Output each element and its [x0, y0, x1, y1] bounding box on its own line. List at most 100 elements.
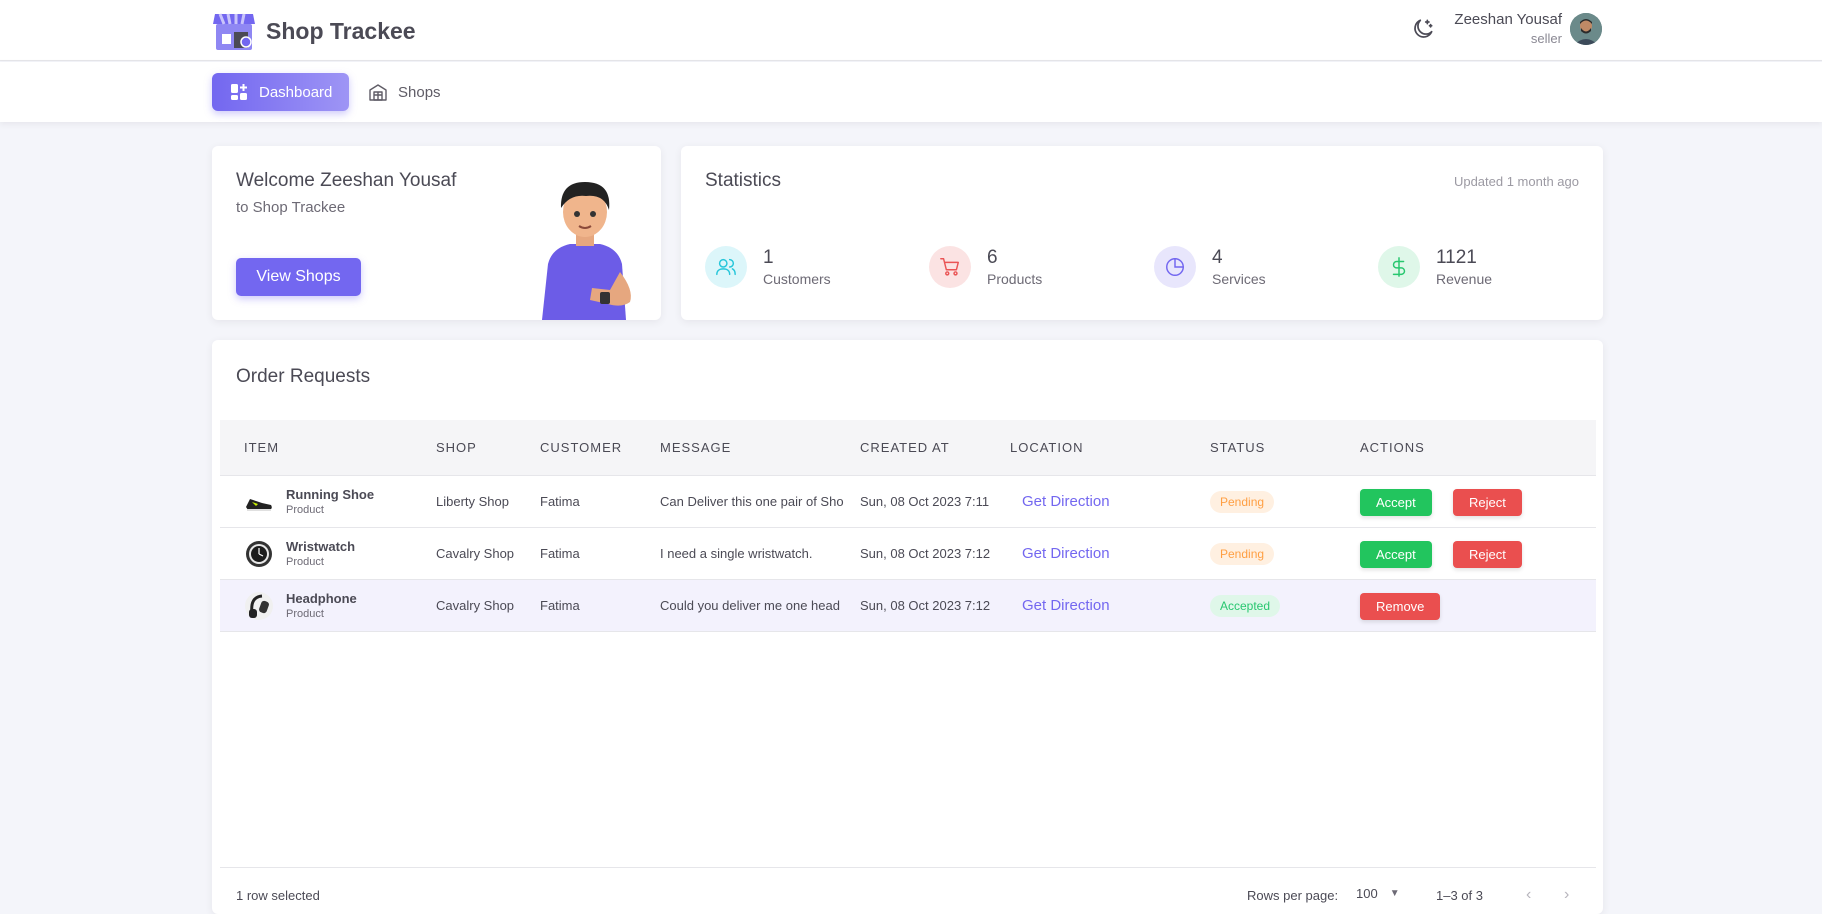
created-cell: Sun, 08 Oct 2023 7:12 [860, 598, 991, 613]
message-cell: Could you deliver me one head [660, 598, 840, 613]
item-cell: Headphone Product [244, 580, 357, 632]
item-cell: Wristwatch Product [244, 528, 355, 580]
stat-value: 6 [987, 247, 998, 268]
status-badge: Pending [1210, 543, 1275, 565]
moon-icon[interactable] [1410, 16, 1436, 42]
customer-cell: Fatima [540, 598, 580, 613]
stat-label: Services [1212, 271, 1266, 287]
nav-shops[interactable]: Shops [368, 73, 441, 111]
statistics-card: Statistics Updated 1 month ago 1 Custome… [681, 146, 1603, 320]
message-cell: Can Deliver this one pair of Sho [660, 494, 844, 509]
dashboard-icon [229, 82, 249, 102]
user-role: seller [1530, 31, 1562, 46]
pie-chart-icon [1154, 246, 1196, 288]
column-header[interactable]: Shop [436, 420, 477, 476]
character-illustration [530, 172, 640, 320]
status-cell: Pending [1210, 476, 1275, 528]
table-header: Item Shop Customer Message Created At Lo… [220, 420, 1596, 476]
app-title: Shop Trackee [266, 17, 416, 44]
accept-button[interactable]: Accept [1360, 489, 1432, 516]
reject-button[interactable]: Reject [1453, 489, 1522, 516]
watch-icon [244, 539, 274, 569]
nav-bar: Dashboard Shops [0, 62, 1822, 122]
column-header[interactable]: Item [244, 420, 279, 476]
user-info: Zeeshan Yousaf seller [1454, 10, 1562, 48]
pagination-range: 1–3 of 3 [1436, 888, 1483, 903]
created-cell: Sun, 08 Oct 2023 7:12 [860, 546, 991, 561]
view-shops-button[interactable]: View Shops [236, 258, 361, 296]
table-footer: 1 row selected Rows per page: 100 ▼ 1–3 … [220, 867, 1596, 914]
welcome-card: Welcome Zeeshan Yousaf to Shop Trackee V… [212, 146, 661, 320]
chevron-right-icon[interactable]: › [1564, 886, 1569, 904]
get-direction-link[interactable]: Get Direction [1022, 476, 1110, 528]
reject-button[interactable]: Reject [1453, 541, 1522, 568]
created-cell: Sun, 08 Oct 2023 7:11 [860, 494, 990, 509]
table-row[interactable]: Wristwatch Product Cavalry Shop Fatima I… [220, 528, 1596, 580]
get-direction-link[interactable]: Get Direction [1022, 528, 1110, 580]
item-name: Running Shoe [286, 487, 375, 502]
column-header[interactable]: Location [1010, 420, 1084, 476]
item-cell: Running Shoe Product [244, 476, 374, 528]
rows-per-page-label: Rows per page: [1247, 888, 1339, 903]
shop-cell: Cavalry Shop [436, 598, 515, 613]
stat-label: Customers [763, 271, 831, 287]
remove-button[interactable]: Remove [1360, 593, 1441, 620]
headphone-icon [244, 591, 274, 621]
stat-customers: 1 Customers [705, 246, 831, 288]
shoe-icon [244, 487, 274, 517]
user-area: Zeeshan Yousaf seller [1410, 10, 1602, 48]
orders-table: Item Shop Customer Message Created At Lo… [220, 420, 1596, 632]
brand[interactable]: Shop Trackee [212, 10, 416, 52]
item-type: Product [286, 608, 324, 620]
cart-icon [929, 246, 971, 288]
building-icon [368, 82, 388, 102]
shop-logo-icon [212, 10, 256, 52]
stat-value: 1121 [1436, 247, 1477, 268]
status-badge: Pending [1210, 491, 1275, 513]
user-name: Zeeshan Yousaf [1454, 11, 1562, 28]
column-header[interactable]: Actions [1360, 420, 1425, 476]
customer-cell: Fatima [540, 546, 580, 561]
column-header[interactable]: Status [1210, 420, 1265, 476]
statistics-updated: Updated 1 month ago [1453, 174, 1579, 189]
stat-label: Products [987, 271, 1043, 287]
avatar[interactable] [1570, 13, 1602, 45]
table-row[interactable]: Running Shoe Product Liberty Shop Fatima… [220, 476, 1596, 528]
users-icon [705, 246, 747, 288]
get-direction-link[interactable]: Get Direction [1022, 580, 1110, 632]
customer-cell: Fatima [540, 494, 580, 509]
rows-per-page-value: 100 [1356, 886, 1378, 901]
message-cell: I need a single wristwatch. [660, 546, 813, 561]
column-header[interactable]: Message [660, 420, 731, 476]
shop-cell: Cavalry Shop [436, 546, 515, 561]
item-type: Product [286, 504, 324, 516]
dollar-icon [1378, 246, 1420, 288]
shop-cell: Liberty Shop [436, 494, 509, 509]
rows-per-page-select[interactable]: 100 ▼ [1356, 886, 1400, 901]
nav-shops-label: Shops [398, 83, 441, 101]
order-requests-title: Order Requests [236, 366, 371, 387]
status-cell: Accepted [1210, 580, 1281, 632]
status-cell: Pending [1210, 528, 1275, 580]
item-type: Product [286, 556, 324, 568]
nav-dashboard-label: Dashboard [259, 83, 333, 101]
column-header[interactable]: Customer [540, 420, 622, 476]
stat-revenue: 1121 Revenue [1378, 246, 1492, 288]
item-name: Wristwatch [286, 539, 356, 554]
stat-services: 4 Services [1154, 246, 1266, 288]
item-name: Headphone [286, 591, 357, 606]
status-badge: Accepted [1210, 595, 1281, 617]
welcome-subtitle: to Shop Trackee [236, 199, 346, 216]
stat-value: 4 [1212, 247, 1223, 268]
table-row[interactable]: Headphone Product Cavalry Shop Fatima Co… [220, 580, 1596, 632]
caret-down-icon: ▼ [1389, 888, 1400, 899]
nav-dashboard[interactable]: Dashboard [212, 73, 349, 111]
statistics-title: Statistics [705, 170, 782, 191]
chevron-left-icon[interactable]: ‹ [1526, 886, 1531, 904]
stat-value: 1 [763, 247, 774, 268]
welcome-title: Welcome Zeeshan Yousaf [236, 170, 457, 191]
stat-label: Revenue [1436, 271, 1493, 287]
column-header[interactable]: Created At [860, 420, 950, 476]
accept-button[interactable]: Accept [1360, 541, 1432, 568]
order-requests-card: Order Requests Item Shop Customer Messag… [212, 340, 1603, 914]
